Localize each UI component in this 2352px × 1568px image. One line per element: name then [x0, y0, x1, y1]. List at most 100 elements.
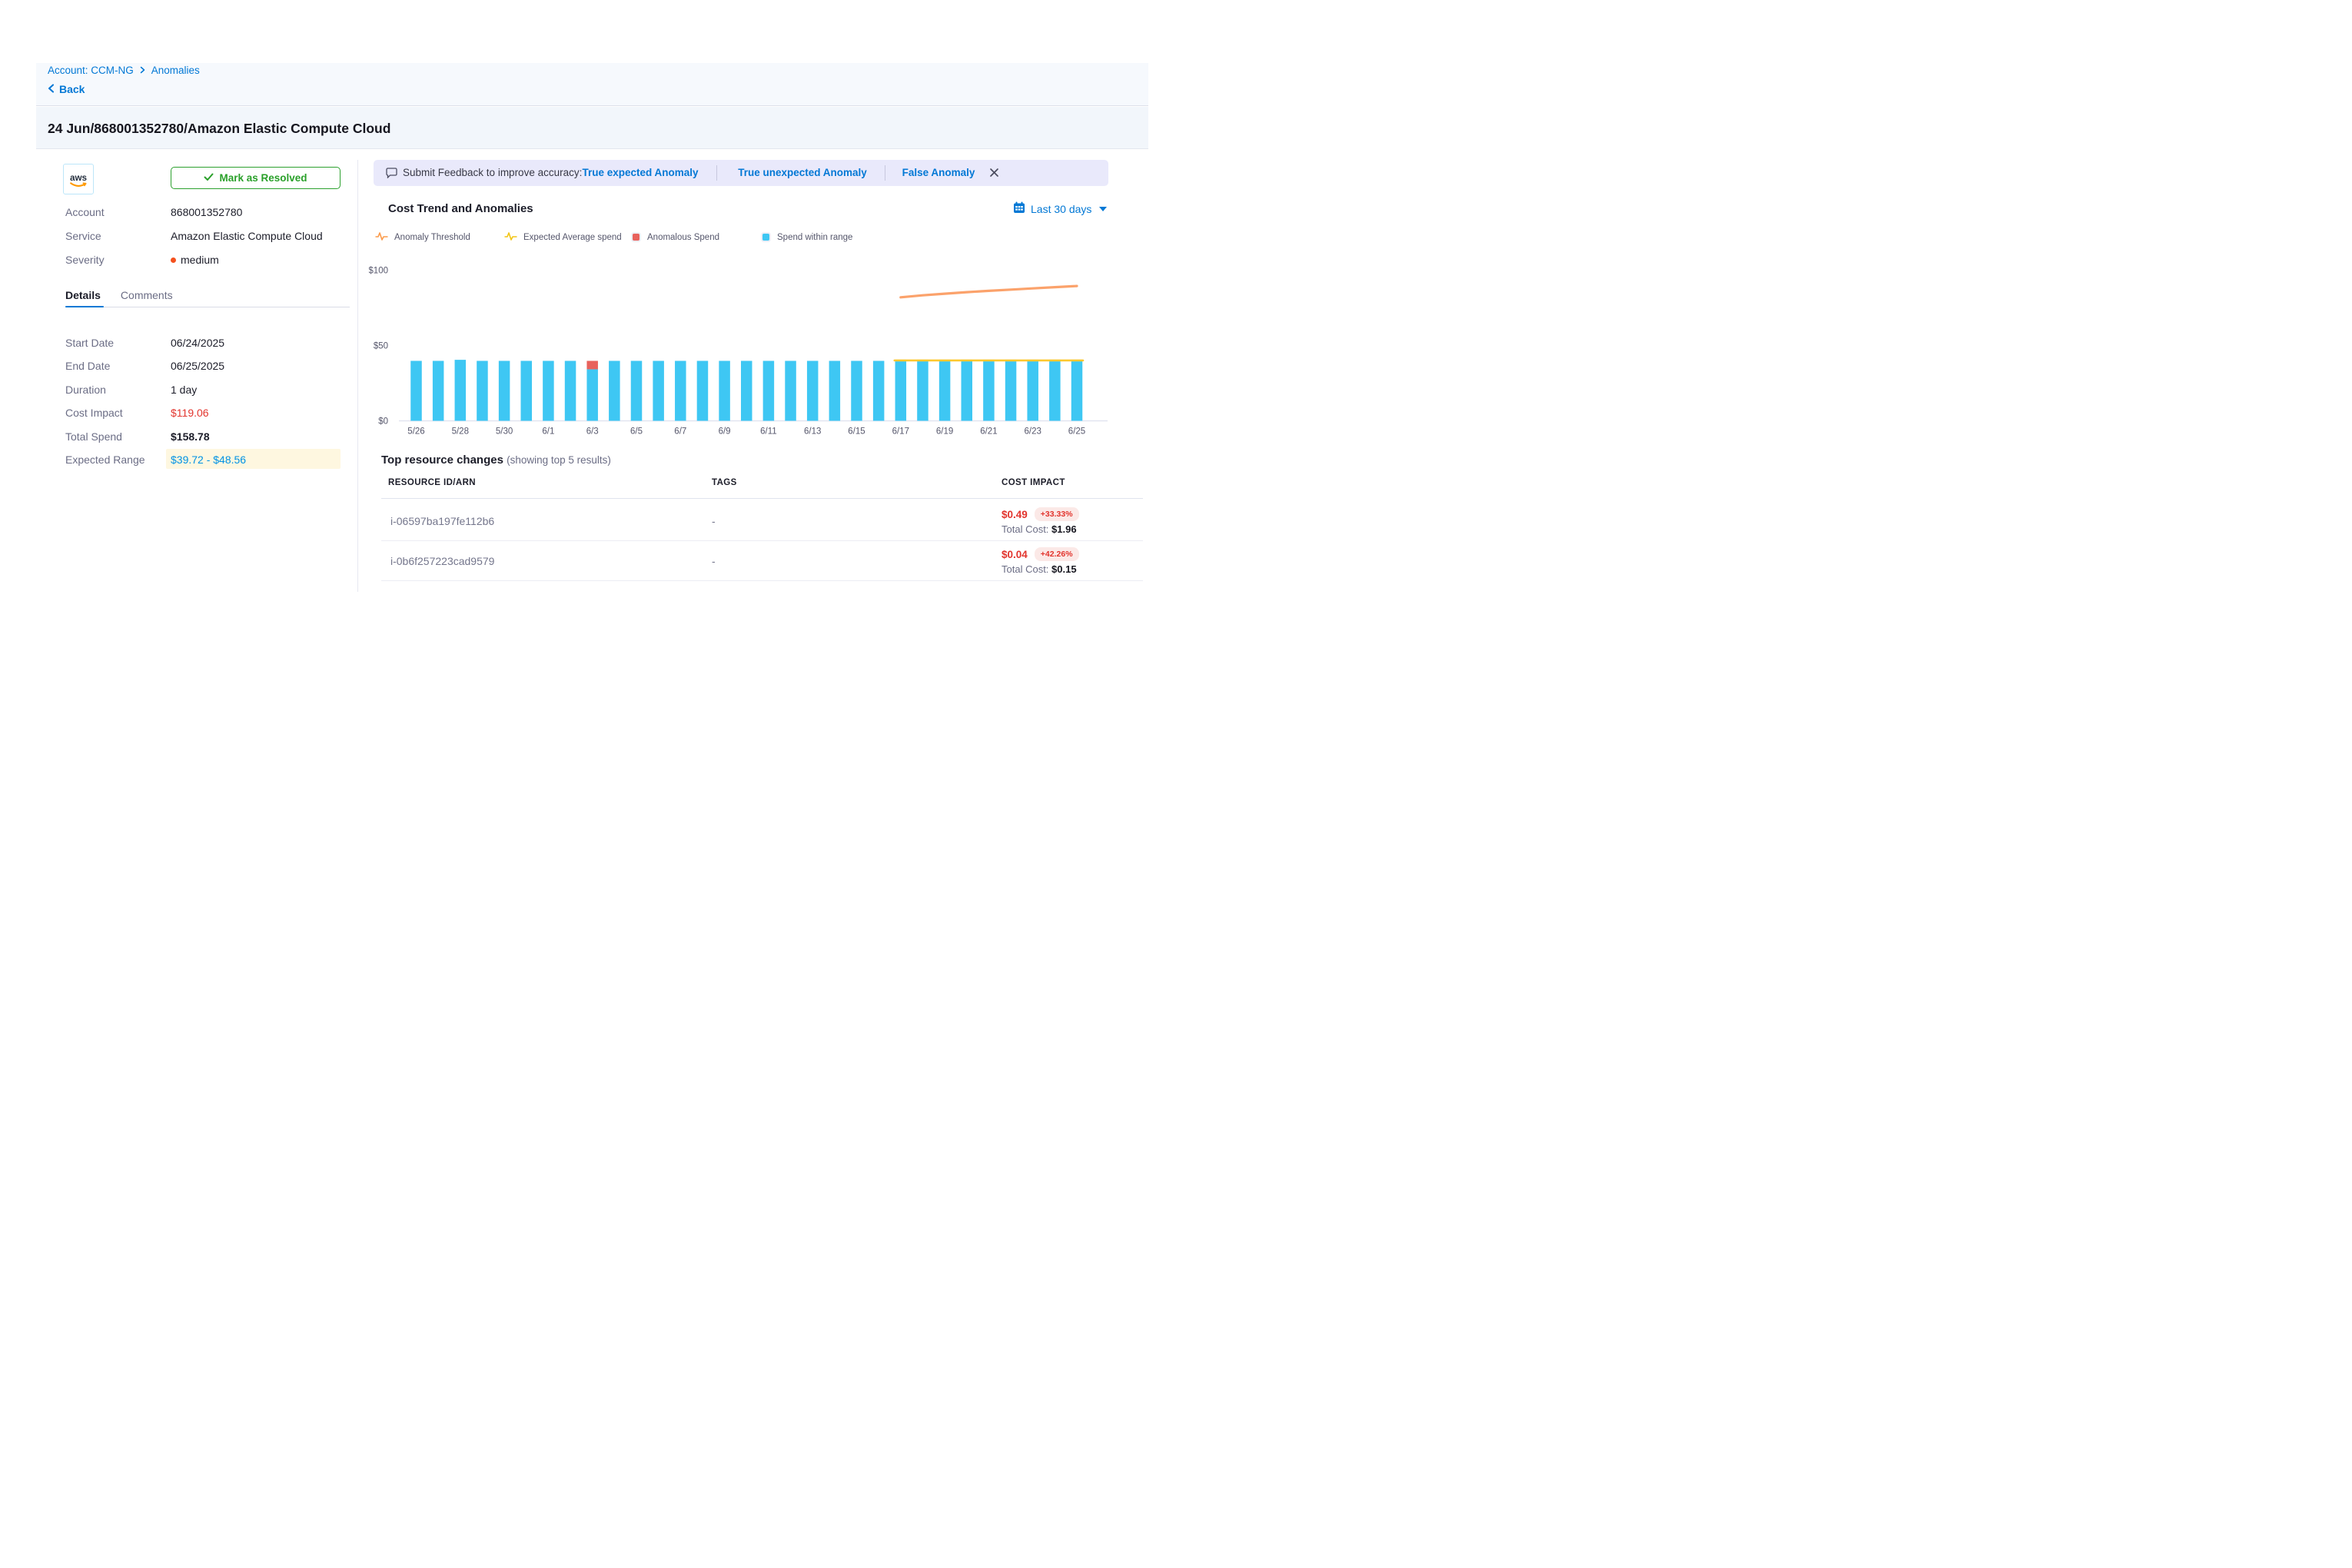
active-tab-underline [65, 306, 104, 308]
blue-square-icon [761, 232, 771, 242]
severity-text: medium [181, 254, 219, 266]
account-label: Account [65, 206, 105, 218]
tab-comments[interactable]: Comments [121, 289, 173, 301]
bar-6/17[interactable] [895, 360, 907, 421]
start-date-label: Start Date [65, 337, 114, 349]
back-button[interactable]: Back [48, 83, 85, 95]
date-range-label: Last 30 days [1031, 203, 1091, 215]
feedback-bar: Submit Feedback to improve accuracy: Tru… [374, 160, 1108, 186]
service-label: Service [65, 230, 101, 242]
mark-as-resolved-button[interactable]: Mark as Resolved [171, 167, 341, 189]
bar-5/26[interactable] [410, 360, 422, 420]
cost-impact-label: Cost Impact [65, 407, 123, 419]
bar-6/10[interactable] [741, 360, 752, 420]
chart-title: Cost Trend and Anomalies [388, 202, 533, 215]
duration-value: 1 day [171, 384, 197, 396]
chevron-right-icon [139, 65, 146, 76]
date-range-selector[interactable]: Last 30 days [1013, 201, 1107, 216]
breadcrumb-anomalies-link[interactable]: Anomalies [151, 65, 200, 76]
resource-id-link[interactable]: i-06597ba197fe112b6 [390, 515, 494, 527]
total-cost-value: $1.96 [1051, 523, 1077, 535]
bar-6/21[interactable] [983, 360, 995, 421]
bar-5/31[interactable] [521, 360, 533, 420]
bar-6/9[interactable] [719, 360, 730, 420]
bar-6/22[interactable] [1005, 360, 1017, 421]
bar-6/16[interactable] [873, 360, 885, 420]
bar-5/29[interactable] [477, 360, 488, 420]
legend-anomalous-spend: Anomalous Spend [631, 232, 761, 242]
total-cost-label: Total Cost: [1002, 563, 1048, 575]
bar-6/6[interactable] [653, 360, 664, 420]
severity-dot-icon [171, 257, 176, 263]
bar-6/5[interactable] [631, 360, 643, 420]
total-spend-value: $158.78 [171, 430, 210, 443]
feedback-separator [716, 165, 717, 181]
column-header-resource: RESOURCE ID/ARN [388, 478, 476, 487]
anomalous-bar-6/3[interactable] [586, 360, 598, 369]
pulse-line-icon [375, 231, 388, 244]
table-subtitle-text: (showing top 5 results) [507, 454, 611, 466]
check-icon [204, 172, 214, 184]
table-bottom-divider [381, 580, 1143, 581]
red-square-icon [631, 232, 641, 242]
breadcrumb-account-link[interactable]: Account: CCM-NG [48, 65, 134, 76]
start-date-value: 06/24/2025 [171, 337, 224, 349]
bar-6/4[interactable] [609, 360, 620, 420]
table-row-divider [381, 540, 1143, 541]
legend-expected-average: Expected Average spend [504, 231, 631, 244]
bar-6/23[interactable] [1027, 360, 1038, 421]
bar-6/11[interactable] [763, 360, 775, 420]
end-date-label: End Date [65, 360, 110, 372]
close-icon[interactable] [989, 168, 999, 181]
cost-chart-svg: $0$50$1005/265/285/306/16/36/56/76/96/11… [369, 258, 1115, 450]
bar-6/20[interactable] [962, 360, 973, 421]
severity-value: medium [171, 254, 219, 266]
bar-6/25[interactable] [1071, 360, 1083, 421]
breadcrumb-strip [36, 63, 1148, 106]
panel-divider [357, 160, 358, 592]
y-axis-tick: $50 [374, 342, 388, 351]
bar-6/19[interactable] [939, 360, 951, 421]
bar-5/27[interactable] [433, 360, 444, 420]
x-axis-tick: 6/21 [980, 427, 997, 437]
x-axis-tick: 6/13 [804, 427, 821, 437]
cost-impact-amount: $0.04 [1002, 549, 1028, 560]
resource-id-link[interactable]: i-0b6f257223cad9579 [390, 555, 494, 567]
feedback-prompt: Submit Feedback to improve accuracy: [403, 167, 582, 178]
total-spend-label: Total Spend [65, 430, 122, 443]
bar-6/3[interactable] [586, 369, 598, 420]
feedback-true-expected[interactable]: True expected Anomaly [582, 167, 698, 178]
bar-5/30[interactable] [499, 360, 510, 420]
tab-details[interactable]: Details [65, 289, 101, 301]
bar-5/28[interactable] [455, 360, 467, 420]
bar-6/7[interactable] [675, 360, 686, 420]
cost-impact-percent-badge: +42.26% [1035, 547, 1079, 561]
column-header-tags: TAGS [712, 478, 737, 487]
bar-6/13[interactable] [807, 360, 819, 420]
bar-6/14[interactable] [829, 360, 841, 420]
cost-impact-cell: $0.49 +33.33% [1002, 507, 1079, 521]
x-axis-tick: 6/3 [586, 427, 599, 437]
mark-as-resolved-label: Mark as Resolved [219, 172, 307, 184]
x-axis-tick: 6/25 [1068, 427, 1085, 437]
speech-bubble-icon [386, 168, 397, 182]
x-axis-tick: 6/9 [719, 427, 731, 437]
expected-range-label: Expected Range [65, 453, 145, 466]
x-axis-tick: 6/11 [760, 427, 777, 437]
page-title: 24 Jun/868001352780/Amazon Elastic Compu… [48, 121, 390, 137]
bar-6/8[interactable] [697, 360, 709, 420]
feedback-false-anomaly[interactable]: False Anomaly [902, 167, 975, 178]
bar-6/18[interactable] [917, 360, 929, 421]
total-cost-value: $0.15 [1051, 563, 1077, 575]
cost-impact-cell: $0.04 +42.26% [1002, 547, 1079, 561]
bar-6/12[interactable] [785, 360, 796, 420]
cost-impact-value: $119.06 [171, 407, 209, 419]
bar-6/1[interactable] [543, 360, 554, 420]
legend-label: Spend within range [777, 233, 852, 242]
feedback-true-unexpected[interactable]: True unexpected Anomaly [738, 167, 867, 178]
aws-logo-icon: aws [65, 165, 92, 193]
bar-6/15[interactable] [851, 360, 862, 420]
x-axis-tick: 6/7 [674, 427, 686, 437]
bar-6/2[interactable] [565, 360, 576, 420]
bar-6/24[interactable] [1049, 360, 1061, 421]
